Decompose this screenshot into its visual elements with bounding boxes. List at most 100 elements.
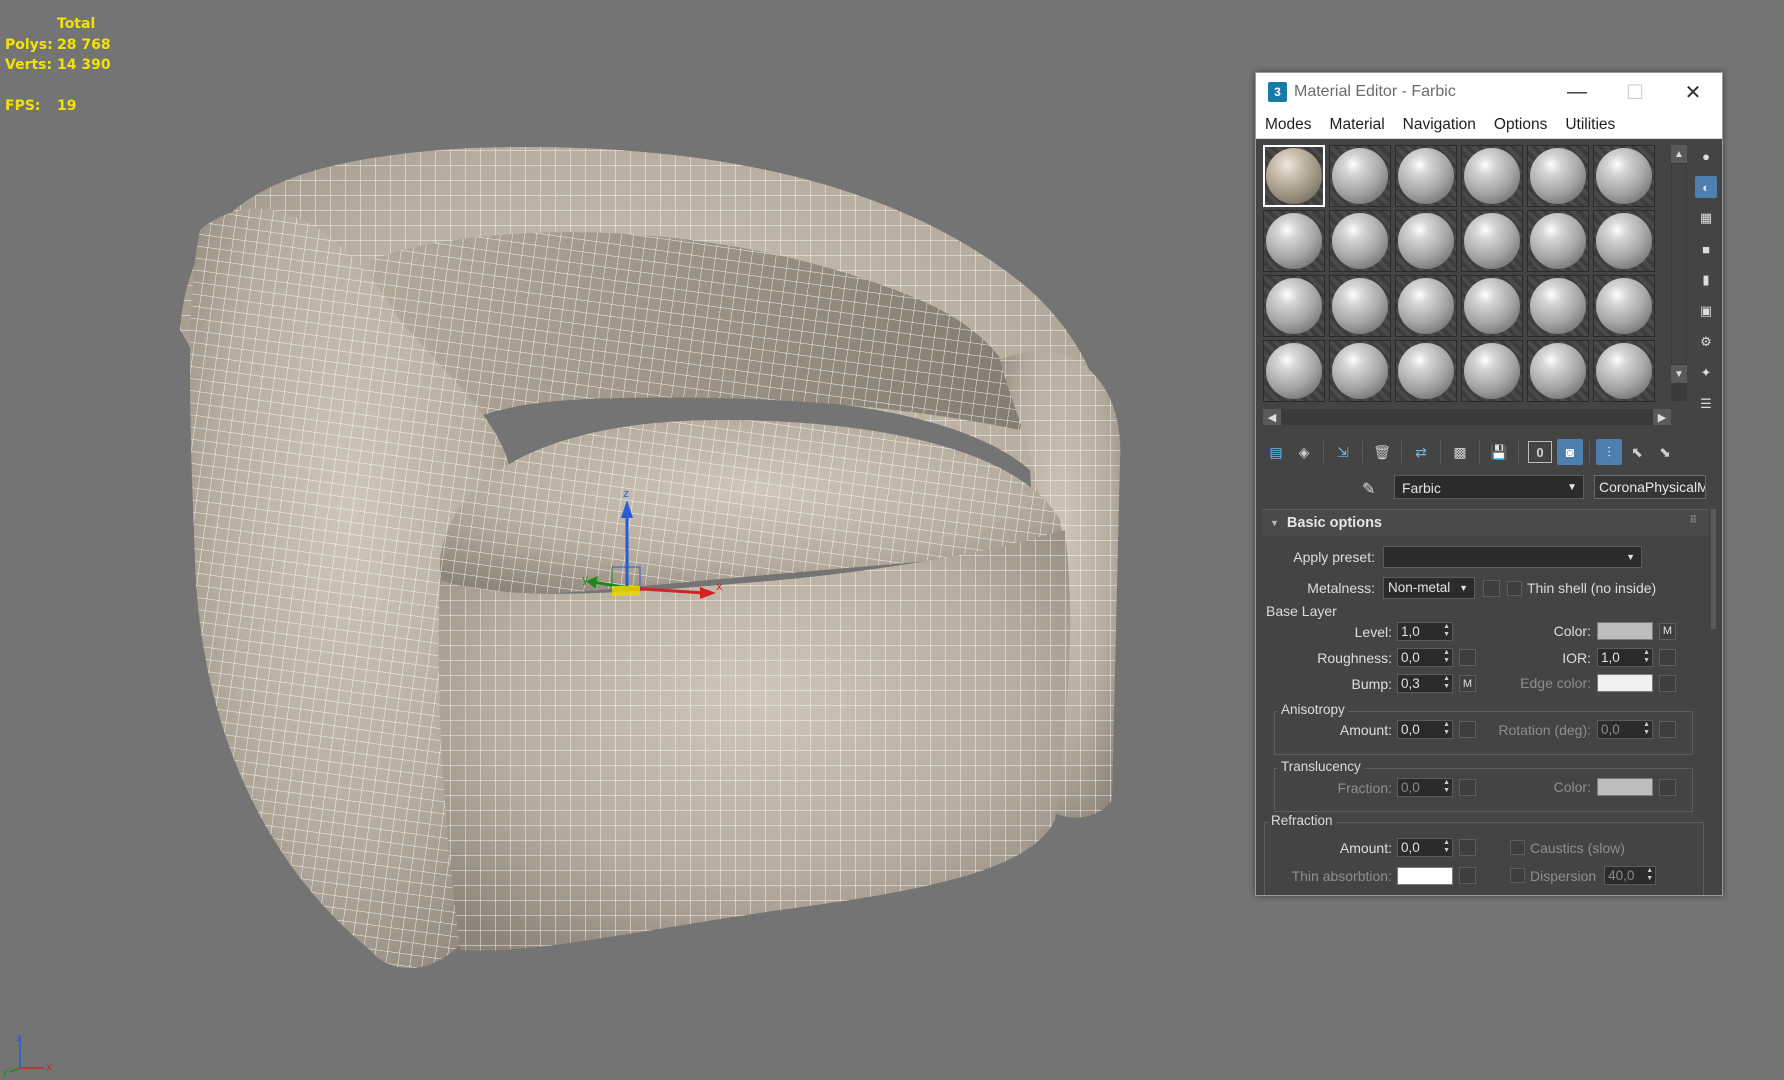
level-spinner[interactable]: 1,0 ▲ ▼	[1397, 622, 1453, 641]
sample-slot[interactable]	[1395, 340, 1457, 402]
fraction-map-button[interactable]	[1459, 779, 1476, 796]
material-sphere-preview	[1464, 148, 1520, 204]
menu-material[interactable]: Material	[1330, 116, 1385, 134]
reset-map-icon[interactable]: 🗑	[1369, 439, 1395, 465]
sample-slot[interactable]	[1395, 275, 1457, 337]
thin-absorption-swatch[interactable]	[1397, 866, 1453, 885]
go-to-parent-icon[interactable]: ⬉	[1624, 439, 1650, 465]
title-bar[interactable]: 3 Material Editor - Farbic — ☐ ✕	[1256, 73, 1722, 111]
roughness-map-button[interactable]	[1459, 649, 1476, 666]
material-sphere-preview	[1530, 148, 1586, 204]
aniso-amount-spinner[interactable]: 0,0 ▲ ▼	[1397, 720, 1453, 739]
drag-grip-icon[interactable]: ⠿	[1689, 515, 1698, 526]
thin-absorption-map-button[interactable]	[1459, 867, 1476, 884]
backlight-icon[interactable]: ◐	[1695, 176, 1717, 198]
sample-slot[interactable]	[1527, 145, 1589, 207]
metalness-dropdown[interactable]: Non-metal ▼	[1383, 577, 1475, 599]
sample-slot[interactable]	[1593, 145, 1655, 207]
refraction-amount-spinner[interactable]: 0,0 ▲ ▼	[1397, 838, 1453, 857]
rollout-header[interactable]: ▼ Basic options ⠿	[1262, 510, 1708, 536]
menu-options[interactable]: Options	[1494, 116, 1547, 134]
show-end-result-icon[interactable]: ⫶	[1596, 439, 1622, 465]
make-preview-icon[interactable]: ▣	[1695, 300, 1717, 322]
fraction-spinner[interactable]: 0,0 ▲ ▼	[1397, 778, 1453, 797]
material-map-navigator-icon[interactable]: ☰	[1695, 393, 1717, 415]
rotation-spinner[interactable]: 0,0 ▲ ▼	[1597, 720, 1653, 739]
sample-type-icon[interactable]: ●	[1695, 145, 1717, 167]
material-name-field[interactable]: Farbic ▼	[1394, 475, 1584, 499]
sample-slot[interactable]	[1461, 275, 1523, 337]
dispersion-checkbox[interactable]	[1510, 868, 1525, 883]
assign-to-selection-icon[interactable]: ⇲	[1330, 439, 1356, 465]
sample-slot[interactable]	[1329, 340, 1391, 402]
menu-utilities[interactable]: Utilities	[1565, 116, 1615, 134]
rotation-map-button[interactable]	[1659, 721, 1676, 738]
collapse-triangle-icon[interactable]: ▼	[1270, 518, 1279, 528]
sample-slot[interactable]	[1395, 210, 1457, 272]
uv-tiling-icon[interactable]: ■	[1695, 238, 1717, 260]
sample-slot[interactable]	[1461, 145, 1523, 207]
options-icon[interactable]: ⚙	[1695, 331, 1717, 353]
slots-vertical-scrollbar[interactable]: ▲ ▼	[1671, 145, 1687, 401]
show-shaded-material-icon[interactable]: ◙	[1557, 439, 1583, 465]
scroll-left-icon[interactable]: ◀	[1263, 409, 1281, 425]
slots-horizontal-scrollbar[interactable]: ◀ ▶	[1263, 409, 1671, 425]
save-icon[interactable]: 💾	[1486, 439, 1512, 465]
sample-slot[interactable]	[1329, 275, 1391, 337]
sample-slot[interactable]	[1263, 210, 1325, 272]
dispersion-spinner[interactable]: 40,0 ▲ ▼	[1604, 866, 1657, 885]
minimize-button[interactable]: —	[1548, 73, 1606, 111]
put-to-scene-icon[interactable]: ◈	[1291, 439, 1317, 465]
menu-navigation[interactable]: Navigation	[1403, 116, 1476, 134]
select-by-material-icon[interactable]: ✦	[1695, 362, 1717, 384]
close-button[interactable]: ✕	[1664, 73, 1722, 111]
translucency-color-map-button[interactable]	[1659, 778, 1676, 796]
chevron-down-icon[interactable]: ▼	[1567, 476, 1577, 500]
ior-map-button[interactable]	[1659, 649, 1676, 666]
material-editor-window[interactable]: 3 Material Editor - Farbic — ☐ ✕ Modes M…	[1255, 72, 1723, 896]
scroll-down-icon[interactable]: ▼	[1671, 365, 1687, 383]
caustics-checkbox[interactable]	[1510, 840, 1525, 855]
sample-slot[interactable]	[1263, 275, 1325, 337]
sample-slot[interactable]	[1593, 340, 1655, 402]
refraction-amount-map-button[interactable]	[1459, 839, 1476, 856]
sample-slot[interactable]	[1329, 210, 1391, 272]
material-id-channel-icon[interactable]: 0	[1528, 441, 1552, 463]
edge-color-map-button[interactable]	[1659, 674, 1676, 692]
scroll-up-icon[interactable]: ▲	[1671, 145, 1687, 163]
sample-slot[interactable]	[1263, 340, 1325, 402]
bump-map-button[interactable]: M	[1459, 675, 1476, 692]
material-type-button[interactable]: CoronaPhysicalMt	[1594, 475, 1706, 499]
background-icon[interactable]: ▦	[1695, 207, 1717, 229]
sample-slot[interactable]	[1395, 145, 1457, 207]
translucency-color-swatch[interactable]	[1597, 778, 1653, 796]
base-color-swatch[interactable]	[1597, 622, 1653, 640]
roughness-spinner[interactable]: 0,0 ▲ ▼	[1397, 648, 1453, 667]
scroll-right-icon[interactable]: ▶	[1653, 409, 1671, 425]
edge-color-swatch[interactable]	[1597, 674, 1653, 692]
sample-slot[interactable]	[1329, 145, 1391, 207]
bump-spinner[interactable]: 0,3 ▲ ▼	[1397, 674, 1453, 693]
video-color-check-icon[interactable]: ▮	[1695, 269, 1717, 291]
menu-modes[interactable]: Modes	[1265, 116, 1312, 134]
sample-slot[interactable]	[1527, 275, 1589, 337]
put-to-library-icon[interactable]: ▩	[1447, 439, 1473, 465]
get-material-icon[interactable]: ▤	[1263, 439, 1289, 465]
eyedropper-icon[interactable]: ✎	[1362, 479, 1375, 499]
sample-slot[interactable]	[1461, 210, 1523, 272]
maximize-button[interactable]: ☐	[1606, 73, 1664, 111]
rollout-scrollbar[interactable]	[1711, 509, 1716, 629]
metalness-map-button[interactable]	[1483, 579, 1500, 597]
sample-slot[interactable]	[1527, 340, 1589, 402]
thin-shell-checkbox[interactable]	[1507, 580, 1522, 596]
sample-slot[interactable]	[1263, 145, 1325, 207]
apply-preset-dropdown[interactable]: ▼	[1383, 546, 1642, 568]
make-unique-icon[interactable]: ⇄	[1408, 439, 1434, 465]
sample-slot[interactable]	[1461, 340, 1523, 402]
sample-slot[interactable]	[1593, 275, 1655, 337]
ior-spinner[interactable]: 1,0 ▲ ▼	[1597, 648, 1653, 667]
sample-slot[interactable]	[1527, 210, 1589, 272]
color-map-button[interactable]: M	[1659, 622, 1676, 640]
sample-slot[interactable]	[1593, 210, 1655, 272]
go-forward-sibling-icon[interactable]: ⬊	[1652, 439, 1678, 465]
